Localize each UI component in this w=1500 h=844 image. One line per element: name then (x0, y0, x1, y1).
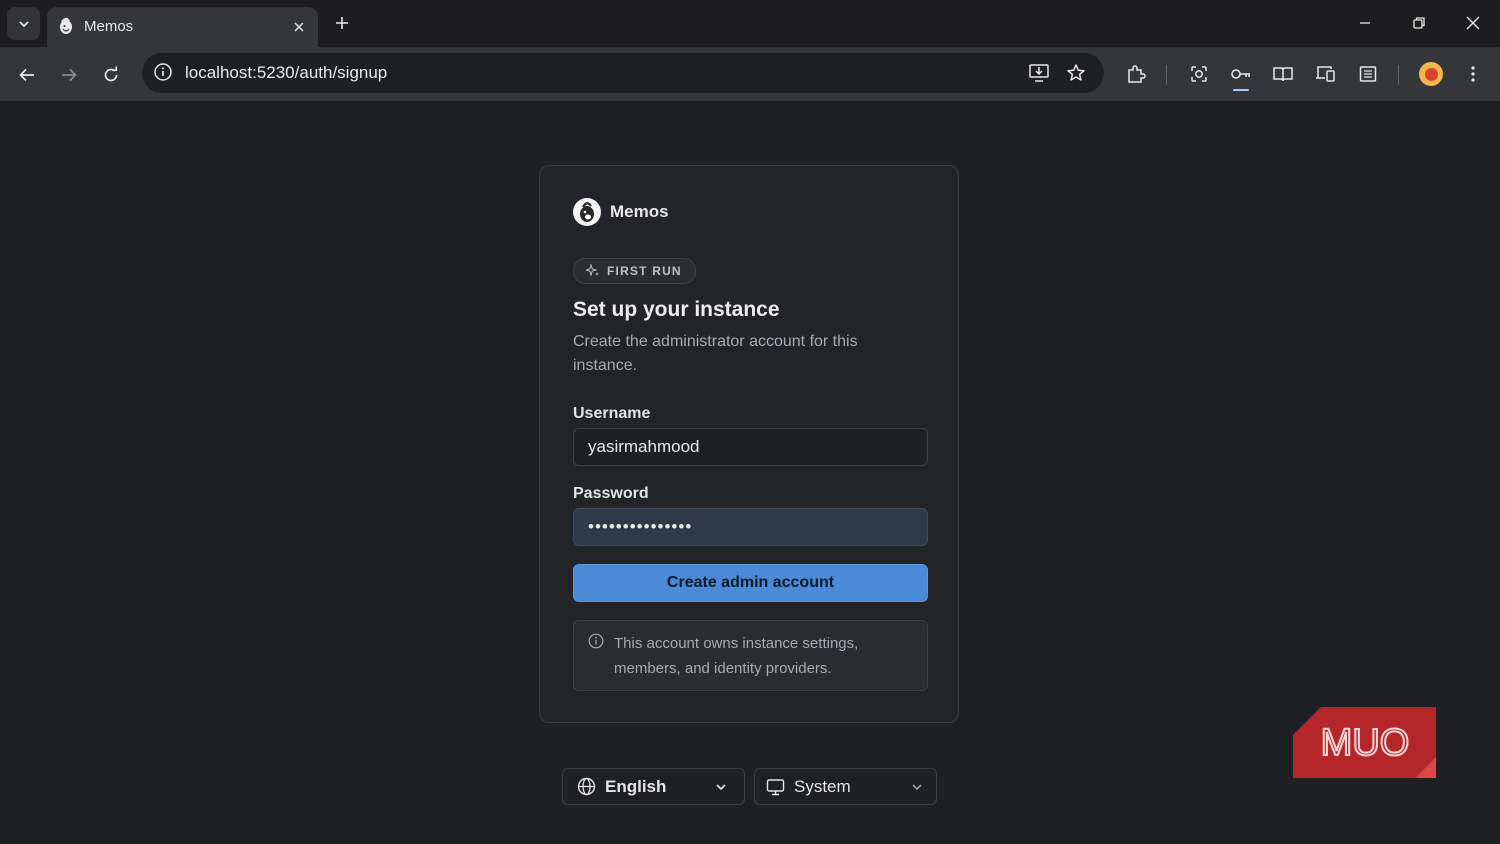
restore-icon (1413, 17, 1425, 29)
lens-button[interactable] (1185, 60, 1213, 88)
forward-icon (62, 68, 77, 82)
theme-select[interactable]: System (754, 768, 937, 805)
close-icon (1466, 16, 1480, 30)
tab-list-icon (18, 20, 29, 27)
memos-logo-icon (573, 198, 601, 226)
new-tab-button[interactable] (329, 10, 355, 36)
close-icon (294, 22, 304, 32)
chevron-down-icon (912, 783, 922, 790)
window-close-button[interactable] (1458, 8, 1488, 38)
signup-card: Memos FIRST RUN Set up your instance Cre… (539, 165, 959, 723)
install-app-icon[interactable] (1028, 63, 1050, 83)
toolbar-separator (1166, 65, 1167, 85)
restore-button[interactable] (1404, 8, 1434, 38)
address-bar[interactable]: localhost:5230/auth/signup (142, 53, 1104, 93)
extensions-icon (1128, 65, 1146, 83)
monitor-icon (766, 778, 785, 795)
more-menu-button[interactable] (1459, 60, 1487, 88)
password-input[interactable] (573, 508, 928, 546)
info-note-text: This account owns instance settings, mem… (614, 635, 859, 677)
password-manager-button[interactable] (1227, 60, 1255, 88)
url-text[interactable]: localhost:5230/auth/signup (185, 63, 387, 83)
memos-logo-icon (60, 17, 72, 34)
new-tab-icon (336, 17, 348, 29)
create-admin-account-button[interactable]: Create admin account (573, 564, 928, 602)
password-label: Password (573, 485, 649, 502)
extensions-button[interactable] (1122, 60, 1150, 88)
page-subtitle: Create the administrator account for thi… (573, 333, 858, 374)
minimize-button[interactable] (1350, 8, 1380, 38)
chevron-down-icon (716, 783, 726, 790)
tab-strip: Memos (0, 0, 1500, 47)
active-indicator (1233, 89, 1249, 91)
devices-button[interactable] (1311, 60, 1339, 88)
avatar-image (1424, 67, 1438, 81)
tab-list-button[interactable] (7, 7, 40, 40)
info-icon (588, 633, 604, 649)
info-note: This account owns instance settings, mem… (573, 620, 928, 691)
muo-watermark-logo: MUO (1293, 707, 1436, 778)
toolbar-separator (1398, 65, 1399, 85)
reload-button[interactable] (97, 61, 125, 89)
minimize-icon (1360, 22, 1370, 24)
back-button[interactable] (13, 61, 41, 89)
first-run-badge: FIRST RUN (573, 258, 696, 284)
watermark-text: MUO (1321, 722, 1410, 764)
language-select[interactable]: English (562, 768, 745, 805)
brand-name: Memos (610, 202, 669, 221)
reading-mode-button[interactable] (1269, 60, 1297, 88)
username-label: Username (573, 405, 651, 422)
reading-mode-icon (1273, 67, 1293, 82)
password-key-icon (1231, 69, 1250, 79)
reading-list-button[interactable] (1354, 60, 1382, 88)
reading-list-icon (1359, 66, 1377, 82)
brand: Memos (573, 198, 669, 226)
globe-icon (577, 777, 596, 796)
lens-icon (1191, 66, 1207, 82)
devices-icon (1316, 66, 1335, 82)
badge-text: FIRST RUN (607, 264, 682, 278)
profile-avatar[interactable] (1419, 62, 1443, 86)
tab-memos[interactable]: Memos (47, 7, 318, 47)
reload-icon (104, 66, 118, 82)
page-title: Set up your instance (573, 298, 780, 321)
bookmark-star-icon[interactable] (1066, 63, 1086, 83)
theme-value: System (794, 776, 851, 796)
language-value: English (605, 776, 667, 796)
sparkles-icon (586, 264, 599, 277)
back-icon (19, 68, 34, 82)
browser-toolbar: localhost:5230/auth/signup (0, 47, 1500, 101)
tab-close-button[interactable] (288, 16, 310, 38)
more-menu-icon (1471, 66, 1475, 82)
forward-button[interactable] (55, 61, 83, 89)
username-input[interactable] (573, 428, 928, 466)
site-info-icon[interactable] (153, 62, 173, 82)
tab-title: Memos (84, 18, 134, 35)
